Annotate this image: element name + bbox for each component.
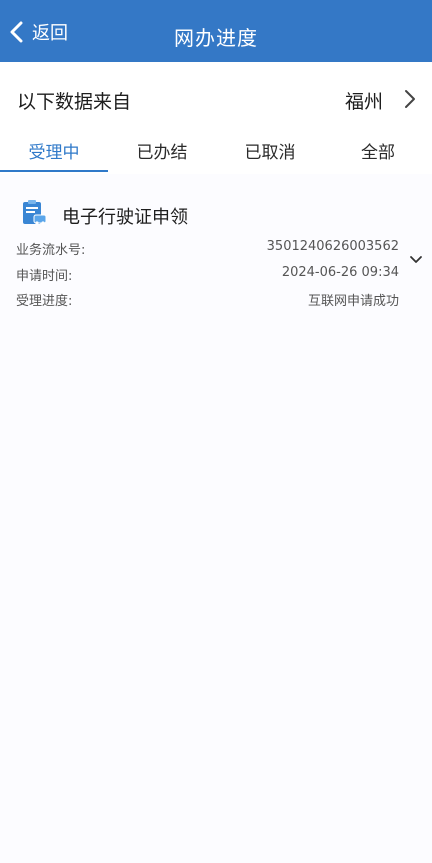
data-source-city: 福州 [344,91,383,113]
chevron-right-icon [405,90,415,108]
data-source-selector[interactable]: 以下数据来自 福州 [0,62,432,136]
progress-value: 互联网申请成功 [307,294,399,309]
page-title: 网办进度 [174,26,258,50]
status-tabs: 受理中 已办结 已取消 全部 [0,136,432,174]
tab-completed[interactable]: 已办结 [108,136,216,174]
nav-bar: 返回 网办进度 [0,0,432,62]
vehicle-license-icon [23,200,47,225]
tab-processing[interactable]: 受理中 [0,136,108,174]
tab-cancelled[interactable]: 已取消 [216,136,324,174]
apply-time-label: 申请时间: [16,269,73,284]
serial-number-value: 3501240626003562 [266,239,399,254]
application-card[interactable]: 电子行驶证申领 业务流水号: 3501240626003562 申请时间: 20… [0,182,432,322]
apply-time-value: 2024-06-26 09:34 [281,265,399,280]
card-title: 电子行驶证申领 [62,207,188,228]
tab-all[interactable]: 全部 [324,136,432,174]
data-source-label: 以下数据来自 [17,91,132,113]
chevron-down-icon[interactable] [409,255,423,265]
serial-number-label: 业务流水号: [16,243,86,258]
progress-label: 受理进度: [16,294,73,309]
